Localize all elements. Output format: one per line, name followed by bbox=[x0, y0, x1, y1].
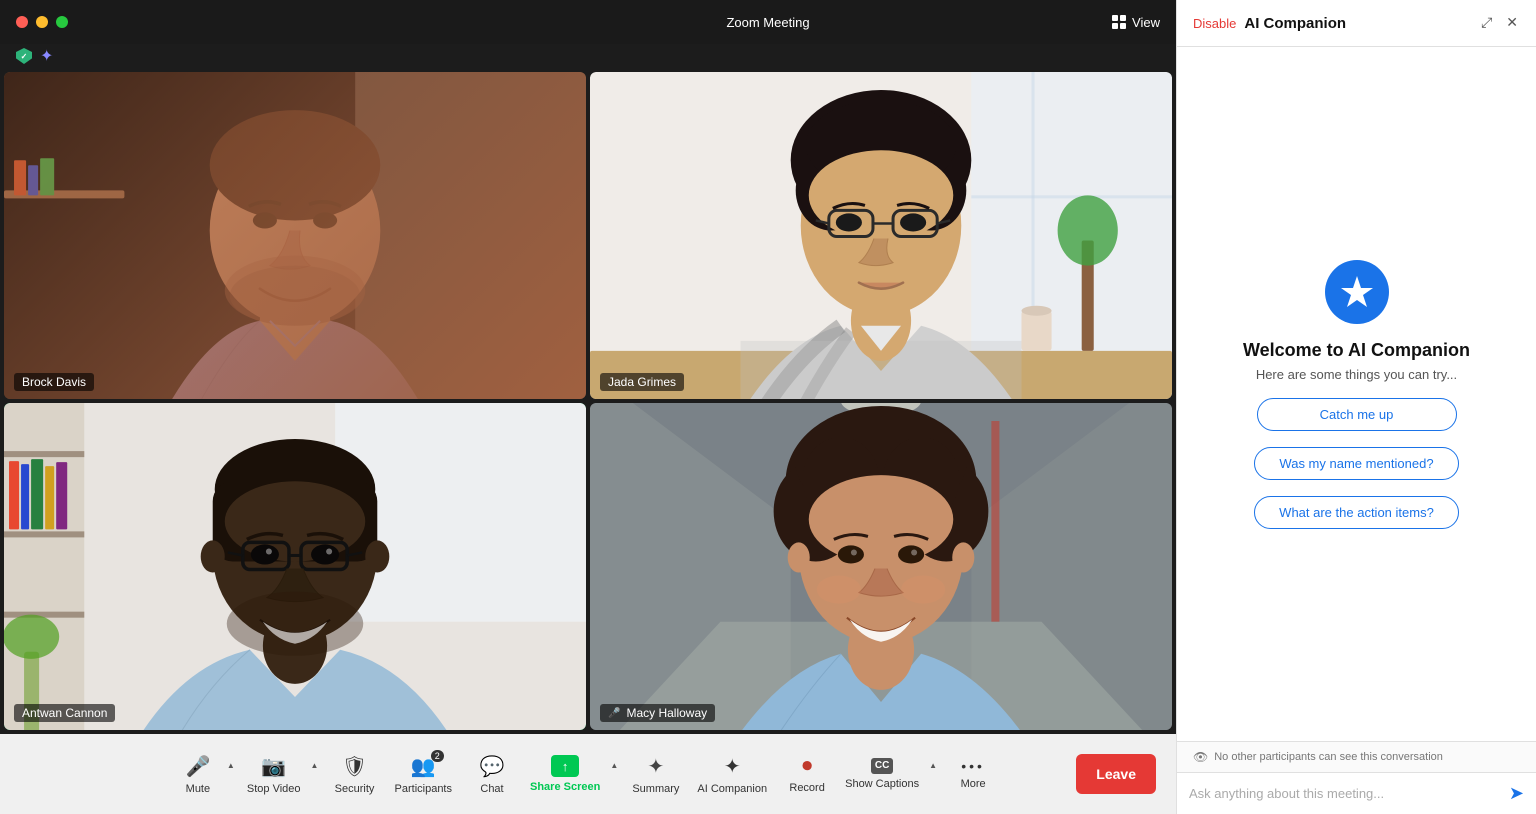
cc-badge: CC bbox=[871, 758, 893, 774]
mute-icon: 🎤 bbox=[185, 754, 210, 779]
summary-icon: ✦ bbox=[647, 754, 664, 779]
disable-button[interactable]: Disable bbox=[1193, 16, 1236, 31]
video-tile-macy: 🎤 Macy Halloway bbox=[590, 403, 1172, 730]
view-button[interactable]: View bbox=[1112, 15, 1160, 30]
ai-companion-button[interactable]: ✦ AI Companion bbox=[689, 748, 775, 801]
ai-companion-panel: Disable AI Companion ⤢ ✕ bbox=[1176, 0, 1536, 814]
share-screen-box-icon: ↑ bbox=[551, 755, 579, 777]
ai-welcome-title: Welcome to AI Companion bbox=[1243, 340, 1470, 361]
video-tile-brock: Brock Davis bbox=[4, 72, 586, 399]
meeting-window: Zoom Meeting View ✓ ✦ bbox=[0, 0, 1176, 814]
ai-panel-body: Welcome to AI Companion Here are some th… bbox=[1177, 47, 1536, 741]
mute-chevron-icon: ▲ bbox=[227, 761, 235, 770]
show-captions-button-group: CC Show Captions ▲ bbox=[839, 752, 941, 796]
mute-button[interactable]: 🎤 Mute bbox=[173, 748, 223, 801]
ai-panel-header-right: ⤢ ✕ bbox=[1479, 12, 1520, 34]
window-title: Zoom Meeting bbox=[726, 15, 809, 30]
privacy-icon: 👁 bbox=[1193, 750, 1208, 764]
security-button[interactable]: 🛡 Security bbox=[325, 748, 385, 801]
was-my-name-mentioned-button[interactable]: Was my name mentioned? bbox=[1254, 447, 1458, 480]
privacy-text: No other participants can see this conve… bbox=[1214, 751, 1443, 763]
leave-button[interactable]: Leave bbox=[1076, 754, 1156, 794]
ai-panel-title: AI Companion bbox=[1244, 15, 1346, 32]
name-label-antwan: Antwan Cannon bbox=[14, 704, 115, 722]
ai-input-area: ➤ bbox=[1177, 772, 1536, 814]
video-grid: Brock Davis bbox=[0, 68, 1176, 734]
ai-panel-header: Disable AI Companion ⤢ ✕ bbox=[1177, 0, 1536, 47]
minimize-window-button[interactable] bbox=[36, 16, 48, 28]
toolbar-items: 🎤 Mute ▲ 📷 Stop Video ▲ bbox=[173, 748, 1003, 801]
catch-me-up-button[interactable]: Catch me up bbox=[1257, 398, 1457, 431]
show-captions-icon: CC bbox=[871, 758, 893, 774]
video-icon: 📷 bbox=[261, 754, 286, 779]
ai-welcome-subtitle: Here are some things you can try... bbox=[1243, 367, 1470, 382]
video-tile-jada: Jada Grimes bbox=[590, 72, 1172, 399]
share-screen-chevron-icon: ▲ bbox=[610, 761, 618, 770]
show-captions-chevron-icon: ▲ bbox=[929, 761, 937, 770]
participants-button[interactable]: 👥 2 Participants bbox=[387, 748, 460, 801]
participants-icon: 👥 2 bbox=[411, 754, 436, 779]
security-shield-icon: ✓ bbox=[16, 48, 32, 64]
close-icon: ✕ bbox=[1506, 14, 1518, 30]
participant-video-jada bbox=[590, 72, 1172, 399]
sparkle-icon: ✦ bbox=[40, 46, 53, 66]
ai-privacy-notice: 👁 No other participants can see this con… bbox=[1177, 741, 1536, 772]
summary-button[interactable]: ✦ Summary bbox=[624, 748, 687, 801]
participant-video-macy bbox=[590, 403, 1172, 730]
close-panel-button[interactable]: ✕ bbox=[1504, 12, 1520, 34]
fullscreen-window-button[interactable] bbox=[56, 16, 68, 28]
record-button[interactable]: ⏺ Record bbox=[777, 749, 837, 800]
stop-video-arrow-button[interactable]: ▲ bbox=[307, 748, 323, 801]
close-window-button[interactable] bbox=[16, 16, 28, 28]
chat-button[interactable]: 💬 Chat bbox=[462, 748, 522, 801]
ai-logo-icon bbox=[1339, 274, 1375, 310]
toolbar: 🎤 Mute ▲ 📷 Stop Video ▲ bbox=[0, 734, 1176, 814]
record-icon: ⏺ bbox=[802, 755, 812, 778]
ai-companion-icon: ✦ bbox=[724, 754, 741, 779]
more-icon: ••• bbox=[961, 758, 985, 774]
status-icons-bar: ✓ ✦ bbox=[0, 44, 1176, 68]
mute-button-group: 🎤 Mute ▲ bbox=[173, 748, 239, 801]
send-icon: ➤ bbox=[1509, 783, 1524, 803]
video-tile-antwan: Antwan Cannon bbox=[4, 403, 586, 730]
name-label-macy: 🎤 Macy Halloway bbox=[600, 704, 715, 722]
show-captions-arrow-button[interactable]: ▲ bbox=[925, 752, 941, 796]
ai-logo bbox=[1325, 260, 1389, 324]
security-icon: 🛡 bbox=[342, 754, 367, 779]
stop-video-button[interactable]: 📷 Stop Video bbox=[241, 748, 307, 801]
more-button[interactable]: ••• More bbox=[943, 752, 1003, 796]
grid-icon bbox=[1112, 15, 1126, 29]
ai-chat-input[interactable] bbox=[1189, 786, 1501, 801]
share-screen-button[interactable]: ↑ Share Screen bbox=[524, 749, 606, 799]
participants-count-badge: 2 bbox=[431, 750, 444, 763]
share-screen-button-group: ↑ Share Screen ▲ bbox=[524, 749, 622, 799]
video-chevron-icon: ▲ bbox=[311, 761, 319, 770]
participant-video-antwan bbox=[4, 403, 586, 730]
share-screen-arrow-button[interactable]: ▲ bbox=[606, 749, 622, 799]
show-captions-button[interactable]: CC Show Captions bbox=[839, 752, 925, 796]
mute-arrow-button[interactable]: ▲ bbox=[223, 748, 239, 801]
title-bar: Zoom Meeting View bbox=[0, 0, 1176, 44]
window-controls bbox=[16, 16, 68, 28]
ai-welcome-section: Welcome to AI Companion Here are some th… bbox=[1243, 340, 1470, 382]
share-screen-icon: ↑ bbox=[551, 755, 579, 777]
chat-icon: 💬 bbox=[480, 754, 505, 779]
expand-icon: ⤢ bbox=[1481, 14, 1492, 30]
ai-panel-header-left: Disable AI Companion bbox=[1193, 15, 1346, 32]
what-are-action-items-button[interactable]: What are the action items? bbox=[1254, 496, 1459, 529]
name-label-brock: Brock Davis bbox=[14, 373, 94, 391]
stop-video-button-group: 📷 Stop Video ▲ bbox=[241, 748, 323, 801]
ai-send-button[interactable]: ➤ bbox=[1509, 783, 1524, 804]
expand-button[interactable]: ⤢ bbox=[1479, 12, 1494, 34]
name-label-jada: Jada Grimes bbox=[600, 373, 684, 391]
